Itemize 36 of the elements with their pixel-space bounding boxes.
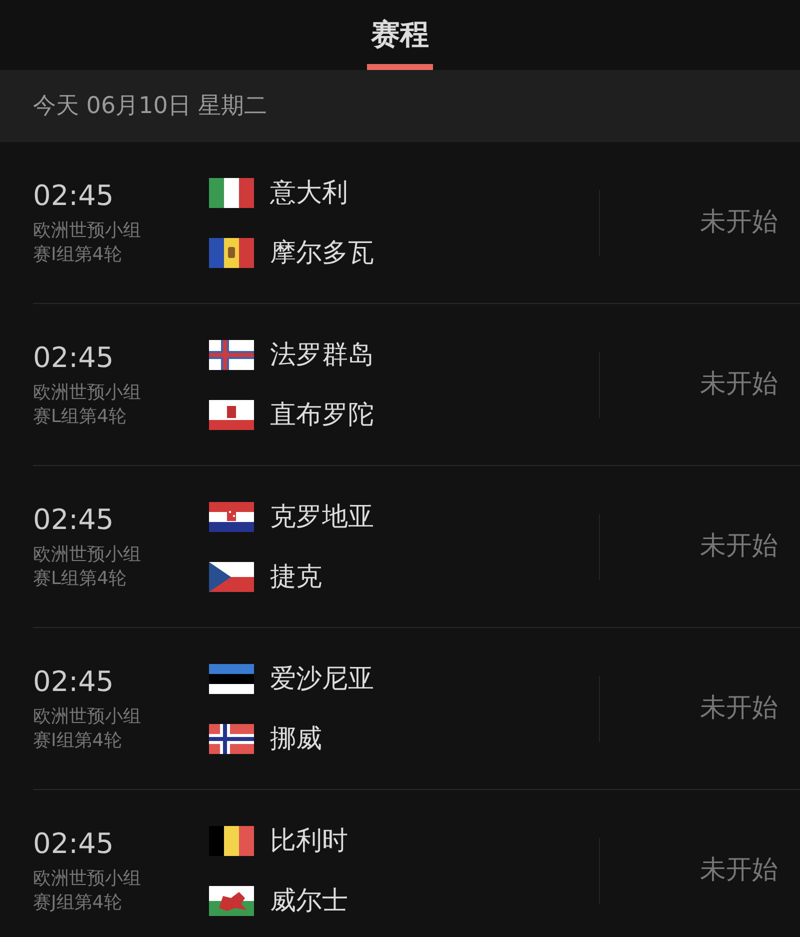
match-status: 未开始 — [700, 206, 778, 239]
team-name: 克罗地亚 — [270, 500, 374, 532]
match-time: 02:45 — [33, 178, 114, 212]
team-name: 威尔士 — [270, 884, 348, 916]
match-time: 02:45 — [33, 664, 114, 698]
team-name: 法罗群岛 — [270, 338, 374, 370]
competition-label: 欧洲世预小组 赛J组第4轮 — [33, 866, 141, 914]
match-time: 02:45 — [33, 502, 114, 536]
match-time: 02:45 — [33, 826, 114, 860]
match-status: 未开始 — [700, 368, 778, 401]
competition-label: 欧洲世预小组 赛L组第4轮 — [33, 542, 141, 590]
competition-label: 欧洲世预小组 赛I组第4轮 — [33, 218, 141, 266]
match-status: 未开始 — [700, 530, 778, 563]
team-name: 爱沙尼亚 — [270, 662, 374, 694]
flag-icon — [209, 502, 254, 532]
competition-label: 欧洲世预小组 赛L组第4轮 — [33, 380, 141, 428]
team-name: 捷克 — [270, 560, 322, 592]
team-name: 挪威 — [270, 722, 322, 754]
team-name: 直布罗陀 — [270, 398, 374, 430]
match-status: 未开始 — [700, 692, 778, 725]
flag-icon — [209, 886, 254, 916]
date-header: 今天 06月10日 星期二 — [33, 92, 268, 121]
flag-icon — [209, 340, 254, 370]
flag-icon — [209, 238, 254, 268]
flag-icon — [209, 178, 254, 208]
flag-icon — [209, 400, 254, 430]
flag-icon — [209, 562, 254, 592]
flag-icon — [209, 664, 254, 694]
match-time: 02:45 — [33, 340, 114, 374]
flag-icon — [209, 724, 254, 754]
flag-icon — [209, 826, 254, 856]
team-name: 摩尔多瓦 — [270, 236, 374, 268]
team-name: 比利时 — [270, 824, 348, 856]
match-status: 未开始 — [700, 854, 778, 887]
team-name: 意大利 — [270, 176, 348, 208]
competition-label: 欧洲世预小组 赛I组第4轮 — [33, 704, 141, 752]
